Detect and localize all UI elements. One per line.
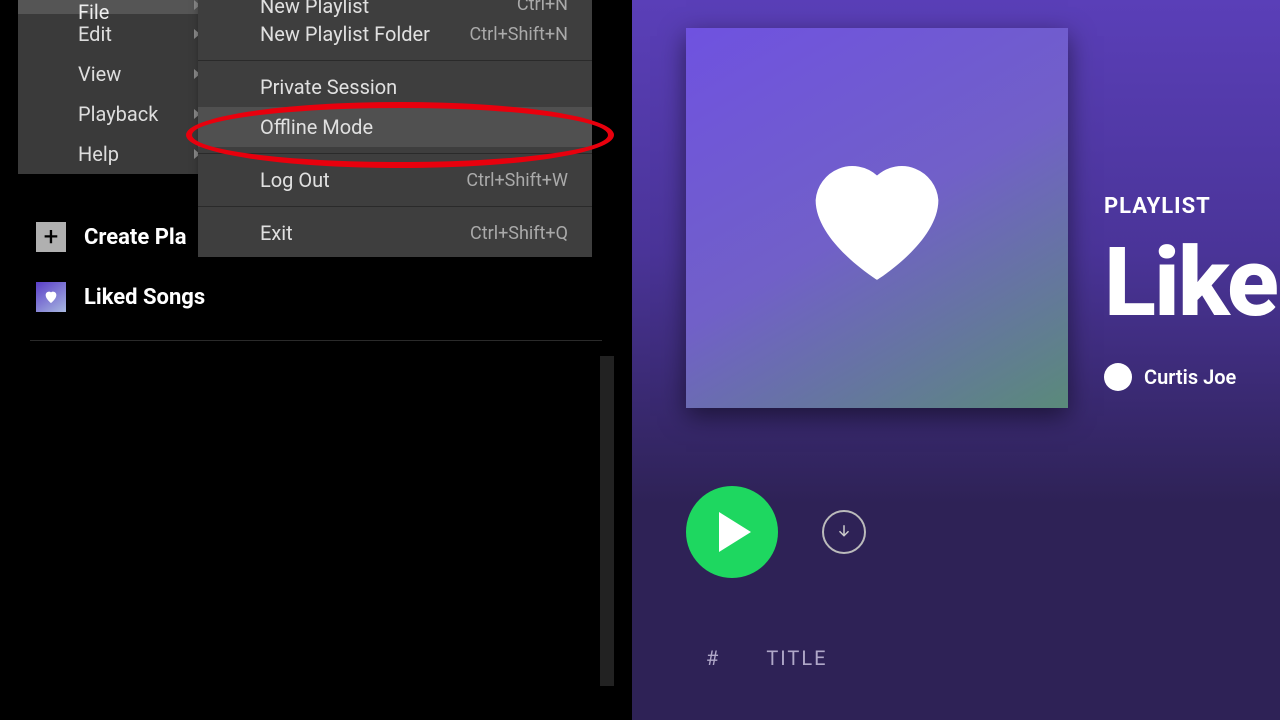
download-icon — [835, 523, 853, 541]
submenu-label: New Playlist Folder — [260, 22, 430, 46]
menu-playback-label: Playback — [78, 102, 158, 126]
submenu-shortcut: Ctrl+Shift+Q — [470, 223, 568, 244]
submenu-separator — [198, 60, 592, 61]
download-button[interactable] — [822, 510, 866, 554]
menu-edit-label: Edit — [78, 22, 112, 46]
heart-icon — [43, 289, 59, 305]
liked-songs-label: Liked Songs — [84, 285, 205, 310]
track-list-header: # TITLE — [706, 646, 1280, 670]
playlist-owner[interactable]: Curtis Joe — [1104, 363, 1277, 391]
avatar — [1104, 363, 1132, 391]
col-title: TITLE — [766, 646, 827, 670]
submenu-label: New Playlist — [260, 0, 369, 18]
playlist-controls — [686, 486, 1280, 578]
heart-icon — [802, 151, 952, 286]
menu-help[interactable]: Help — [18, 134, 218, 174]
create-playlist-label: Create Pla — [84, 225, 186, 250]
submenu-exit[interactable]: Exit Ctrl+Shift+Q — [198, 213, 592, 253]
submenu-separator — [198, 206, 592, 207]
menu-file-label: File — [78, 0, 109, 24]
submenu-shortcut: Ctrl+N — [517, 0, 568, 15]
menu-file[interactable]: File — [18, 0, 218, 14]
submenu-label: Offline Mode — [260, 115, 373, 139]
playlist-meta: PLAYLIST Like Curtis Joe — [1104, 194, 1277, 391]
owner-name: Curtis Joe — [1144, 365, 1236, 389]
menu-help-label: Help — [78, 142, 119, 166]
submenu-private-session[interactable]: Private Session — [198, 67, 592, 107]
submenu-offline-mode[interactable]: Offline Mode — [198, 107, 592, 147]
col-num: # — [706, 646, 720, 670]
sidebar-divider — [30, 340, 602, 341]
submenu-label: Private Session — [260, 75, 397, 99]
liked-songs-icon — [36, 282, 66, 312]
submenu-label: Log Out — [260, 168, 330, 192]
menu-edit[interactable]: Edit — [18, 14, 218, 54]
submenu-new-playlist[interactable]: New Playlist Ctrl+N — [198, 0, 592, 14]
submenu-new-playlist-folder[interactable]: New Playlist Folder Ctrl+Shift+N — [198, 14, 592, 54]
menu-view-label: View — [78, 62, 121, 86]
submenu-shortcut: Ctrl+Shift+N — [470, 24, 568, 45]
submenu-shortcut: Ctrl+Shift+W — [466, 170, 568, 191]
submenu-label: Exit — [260, 221, 293, 245]
playlist-tag: PLAYLIST — [1104, 194, 1277, 219]
menu-playback[interactable]: Playback — [18, 94, 218, 134]
plus-icon: + — [36, 222, 66, 252]
playlist-cover — [686, 28, 1068, 408]
scrollbar[interactable] — [600, 356, 614, 686]
submenu-separator — [198, 153, 592, 154]
sidebar: File Edit View Playback Help New P — [0, 0, 632, 720]
liked-songs-button[interactable]: Liked Songs — [36, 282, 632, 312]
submenu-log-out[interactable]: Log Out Ctrl+Shift+W — [198, 160, 592, 200]
playlist-title: Like — [1104, 227, 1277, 339]
menubar: File Edit View Playback Help — [18, 0, 218, 174]
menu-view[interactable]: View — [18, 54, 218, 94]
content-area: PLAYLIST Like Curtis Joe # TITLE — [632, 0, 1280, 720]
play-icon — [719, 512, 751, 552]
file-submenu: New Playlist Ctrl+N New Playlist Folder … — [198, 0, 592, 257]
play-button[interactable] — [686, 486, 778, 578]
